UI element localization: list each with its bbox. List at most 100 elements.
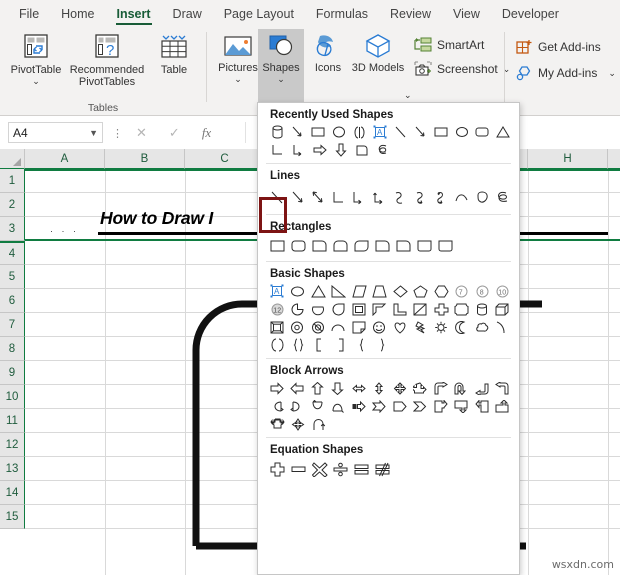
- four-point-arrow-shape[interactable]: [288, 415, 309, 433]
- shapes-dropdown-menu[interactable]: Recently Used Shapes A Lines Rectangles …: [257, 102, 520, 575]
- elbow-connector-shape[interactable]: [329, 188, 350, 206]
- elbow-arrow-shape[interactable]: [349, 188, 370, 206]
- chevron-down-icon[interactable]: ⌄: [234, 75, 242, 84]
- check-icon[interactable]: ✓: [169, 125, 180, 141]
- smiley-face-shape[interactable]: [370, 318, 391, 336]
- down-arrow-callout-shape[interactable]: [452, 397, 473, 415]
- column-header-b[interactable]: B: [105, 149, 185, 169]
- u-turn-arrow-shape[interactable]: [452, 379, 473, 397]
- tab-home[interactable]: Home: [50, 5, 105, 26]
- bent-arrow-shape[interactable]: [431, 379, 452, 397]
- snip-single-corner-shape[interactable]: [309, 237, 330, 255]
- freeform-shape[interactable]: [472, 188, 493, 206]
- round-brace-shape[interactable]: [288, 336, 309, 354]
- recommended-pivot-tables-button[interactable]: ? Recommended PivotTables: [70, 29, 144, 103]
- chevron-down-icon[interactable]: ⌄: [277, 75, 285, 84]
- arrow-right-shape[interactable]: [267, 379, 288, 397]
- arrow-up-shape[interactable]: [308, 379, 329, 397]
- frame-shape[interactable]: [349, 300, 370, 318]
- square-bracket-left-shape[interactable]: [309, 336, 330, 354]
- chord-shape[interactable]: [308, 300, 329, 318]
- insert-function-icon[interactable]: fx: [202, 125, 211, 141]
- chevron-down-icon[interactable]: ⌄: [32, 77, 40, 86]
- heart-shape[interactable]: [390, 318, 411, 336]
- rounded-rect-shape[interactable]: [472, 123, 493, 141]
- chevron-down-icon[interactable]: ⌄: [404, 91, 412, 100]
- text-box-shape[interactable]: A: [370, 123, 391, 141]
- square-bracket-right-shape[interactable]: [330, 336, 351, 354]
- row-header-15[interactable]: 15: [0, 505, 25, 529]
- dodecagon-shape[interactable]: 12: [267, 300, 288, 318]
- half-frame-shape[interactable]: [370, 300, 391, 318]
- curve-shape[interactable]: [452, 188, 473, 206]
- circular-arrow-shape[interactable]: [309, 415, 330, 433]
- bent-up-arrow-shape[interactable]: [493, 379, 514, 397]
- line-arrow-shape[interactable]: [288, 123, 309, 141]
- cylinder-shape[interactable]: [472, 300, 493, 318]
- row-header-7[interactable]: 7: [0, 313, 25, 337]
- up-arrow-callout-shape[interactable]: [493, 397, 514, 415]
- left-right-up-arrow-shape[interactable]: [411, 379, 432, 397]
- sun-shape[interactable]: [431, 318, 452, 336]
- three-d-models-button[interactable]: 3D Models: [350, 29, 406, 103]
- plaque-shape[interactable]: [452, 300, 473, 318]
- not-equal-shape[interactable]: [372, 460, 393, 478]
- lightning-bolt-shape[interactable]: [411, 318, 432, 336]
- divide-shape[interactable]: [330, 460, 351, 478]
- cloud-shape[interactable]: [472, 318, 493, 336]
- curly-brace-right-shape[interactable]: [372, 336, 393, 354]
- name-box[interactable]: A4 ▼: [8, 122, 103, 143]
- tab-formulas[interactable]: Formulas: [305, 5, 379, 26]
- heptagon-shape[interactable]: 7: [452, 282, 473, 300]
- curved-right-arrow-shape[interactable]: [267, 397, 288, 415]
- tab-developer[interactable]: Developer: [491, 5, 570, 26]
- flowchart-shape[interactable]: [351, 141, 372, 159]
- row-header-12[interactable]: 12: [0, 433, 25, 457]
- multiply-shape[interactable]: [309, 460, 330, 478]
- curved-arrow-shape[interactable]: [411, 188, 432, 206]
- left-arrow-callout-shape[interactable]: [472, 397, 493, 415]
- rounded-rect-shape[interactable]: [288, 237, 309, 255]
- donut-shape[interactable]: [288, 318, 309, 336]
- pie-shape[interactable]: [288, 300, 309, 318]
- quad-arrow-shape[interactable]: [390, 379, 411, 397]
- row-header-8[interactable]: 8: [0, 337, 25, 361]
- hexagon-shape[interactable]: [431, 282, 452, 300]
- row-header-6[interactable]: 6: [0, 289, 25, 313]
- equal-shape[interactable]: [351, 460, 372, 478]
- row-header-2[interactable]: 2: [0, 193, 25, 217]
- pentagon-arrow-shape[interactable]: [390, 397, 411, 415]
- right-arrow-shape[interactable]: [309, 141, 330, 159]
- cube-shape[interactable]: [493, 300, 514, 318]
- curly-brace-left-shape[interactable]: [351, 336, 372, 354]
- tab-insert[interactable]: Insert: [106, 5, 162, 26]
- line-arrow2-shape[interactable]: [411, 123, 432, 141]
- pivot-table-button[interactable]: PivotTable ⌄: [4, 29, 68, 103]
- rectangle-shape[interactable]: [267, 237, 288, 255]
- decagon-shape[interactable]: 10: [493, 282, 514, 300]
- row-header-11[interactable]: 11: [0, 409, 25, 433]
- round-diagonal-corner-shape[interactable]: [435, 237, 456, 255]
- select-all-corner[interactable]: [0, 149, 25, 169]
- chevron-down-icon[interactable]: ▼: [89, 128, 98, 138]
- column-header-c[interactable]: C: [185, 149, 265, 169]
- column-header-overflow[interactable]: [608, 149, 620, 169]
- chevron-down-icon[interactable]: ⌄: [608, 68, 616, 79]
- striped-right-arrow-shape[interactable]: [349, 397, 370, 415]
- double-bracket-shape[interactable]: [349, 123, 370, 141]
- rectangle2-shape[interactable]: [431, 123, 452, 141]
- snip-diagonal-corner-shape[interactable]: [351, 237, 372, 255]
- rectangle-shape[interactable]: [308, 123, 329, 141]
- line-shape[interactable]: [390, 123, 411, 141]
- round-bracket-shape[interactable]: [267, 336, 288, 354]
- curved-double-arrow-shape[interactable]: [431, 188, 452, 206]
- cross-shape[interactable]: [431, 300, 452, 318]
- icons-button[interactable]: Icons: [306, 29, 350, 103]
- row-header-1[interactable]: 1: [0, 169, 25, 193]
- curved-left-arrow-shape[interactable]: [288, 397, 309, 415]
- line-shape[interactable]: [267, 188, 288, 206]
- elbow-arrow-connector-shape[interactable]: [288, 141, 309, 159]
- tab-view[interactable]: View: [442, 5, 491, 26]
- diamond-shape[interactable]: [390, 282, 411, 300]
- octagon-shape[interactable]: 8: [472, 282, 493, 300]
